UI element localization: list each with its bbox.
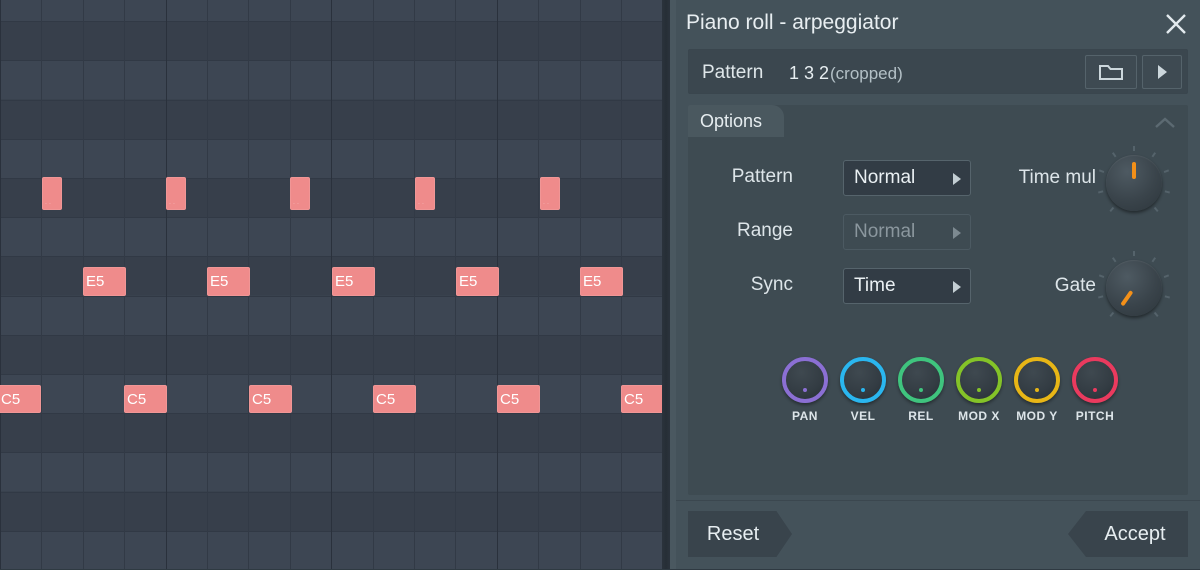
piano-roll-grid[interactable]: .......... E5 E5 E5 E5 E5 C5 C5 C5 C5 C5 C5 <box>0 0 670 569</box>
level-knob-pan[interactable]: PAN <box>782 357 828 427</box>
piano-roll-row-line <box>0 452 670 454</box>
level-knob-dial[interactable] <box>898 357 944 403</box>
piano-roll-row <box>0 413 670 453</box>
piano-roll-note[interactable]: C5 <box>621 385 664 413</box>
level-knob-indicator <box>977 388 981 392</box>
piano-roll-beat-line <box>289 0 291 569</box>
piano-roll-row-line <box>0 413 670 415</box>
piano-roll-note[interactable]: .. <box>415 177 435 210</box>
level-knob-label: PITCH <box>1075 409 1115 423</box>
piano-roll-row-line <box>0 21 670 23</box>
arpeggiator-dialog: Piano roll - arpeggiator Pattern 1 3 2 (… <box>676 0 1200 569</box>
piano-roll-note[interactable]: .. <box>540 177 560 210</box>
piano-roll-row <box>0 374 670 413</box>
level-knob-dial[interactable] <box>782 357 828 403</box>
level-knob-indicator <box>1093 388 1097 392</box>
level-knob-label: VEL <box>850 409 876 423</box>
level-knobs: PAN VEL REL MOD X MOD Y PITCH <box>676 0 1200 450</box>
piano-roll-note[interactable]: .. <box>166 177 186 210</box>
piano-roll-row-line <box>0 60 670 62</box>
piano-roll-note[interactable]: C5 <box>124 385 167 413</box>
level-knob-label: PAN <box>792 409 818 423</box>
piano-roll-row-line <box>0 138 670 140</box>
level-knob-rel[interactable]: REL <box>898 357 944 427</box>
piano-roll-note[interactable]: E5 <box>456 267 499 296</box>
level-knob-mod-x[interactable]: MOD X <box>956 357 1002 427</box>
piano-roll-row <box>0 491 670 531</box>
piano-roll-row <box>0 138 670 178</box>
piano-roll-row <box>0 530 670 569</box>
level-knob-dial[interactable] <box>840 357 886 403</box>
piano-roll-note[interactable]: C5 <box>249 385 292 413</box>
arpeggiator-window: .......... E5 E5 E5 E5 E5 C5 C5 C5 C5 C5 C5 Piano r… <box>0 0 1200 569</box>
level-knob-indicator <box>919 388 923 392</box>
piano-roll-row-line <box>0 256 670 258</box>
level-knob-dial[interactable] <box>1014 357 1060 403</box>
level-knob-label: REL <box>908 409 934 423</box>
level-knob-vel[interactable]: VEL <box>840 357 886 427</box>
piano-roll-row-line <box>0 374 670 375</box>
piano-roll-row-line <box>0 491 670 493</box>
level-knob-label: MOD Y <box>1016 409 1058 423</box>
piano-roll-row <box>0 99 670 139</box>
level-knob-mod-y[interactable]: MOD Y <box>1014 357 1060 427</box>
piano-roll-beat-line <box>0 0 1 569</box>
piano-roll-note[interactable]: E5 <box>207 267 250 296</box>
level-knob-indicator <box>1035 388 1039 392</box>
piano-roll-beat-line <box>165 0 167 569</box>
level-knob-dial[interactable] <box>1072 357 1118 403</box>
piano-roll-note[interactable]: .. <box>42 177 62 210</box>
piano-roll-note[interactable]: C5 <box>373 385 416 413</box>
piano-roll-row <box>0 21 670 61</box>
dialog-footer: Reset Accept <box>676 500 1200 570</box>
piano-roll-note[interactable]: C5 <box>0 385 41 413</box>
piano-roll-row <box>0 334 670 374</box>
piano-roll-note[interactable]: C5 <box>497 385 540 413</box>
piano-roll-row <box>0 295 670 335</box>
piano-roll-row-line <box>0 217 670 219</box>
piano-roll-row <box>0 452 670 492</box>
piano-roll-note[interactable]: .. <box>290 177 310 210</box>
piano-roll-row <box>0 60 670 100</box>
piano-roll-row-line <box>0 178 670 179</box>
piano-roll-row-line <box>0 530 670 532</box>
piano-roll-right-edge <box>662 0 670 569</box>
level-knob-indicator <box>803 388 807 392</box>
piano-roll-beat-line <box>41 0 43 569</box>
level-knob-indicator <box>861 388 865 392</box>
piano-roll-beat-line <box>414 0 415 569</box>
level-knob-pitch[interactable]: PITCH <box>1072 357 1118 427</box>
piano-roll-row-line <box>0 99 670 101</box>
level-knob-label: MOD X <box>958 409 1000 423</box>
piano-roll-note[interactable]: E5 <box>83 267 126 296</box>
piano-roll-row <box>0 0 670 21</box>
piano-roll-note[interactable]: E5 <box>332 267 375 296</box>
piano-roll-row-line <box>0 334 670 336</box>
piano-roll-row <box>0 217 670 257</box>
piano-roll-note[interactable]: E5 <box>580 267 623 296</box>
accept-button[interactable]: Accept <box>1068 511 1188 557</box>
piano-roll-row <box>0 178 670 217</box>
piano-roll-beat-line <box>538 0 540 569</box>
level-knob-dial[interactable] <box>956 357 1002 403</box>
reset-button[interactable]: Reset <box>688 511 792 557</box>
